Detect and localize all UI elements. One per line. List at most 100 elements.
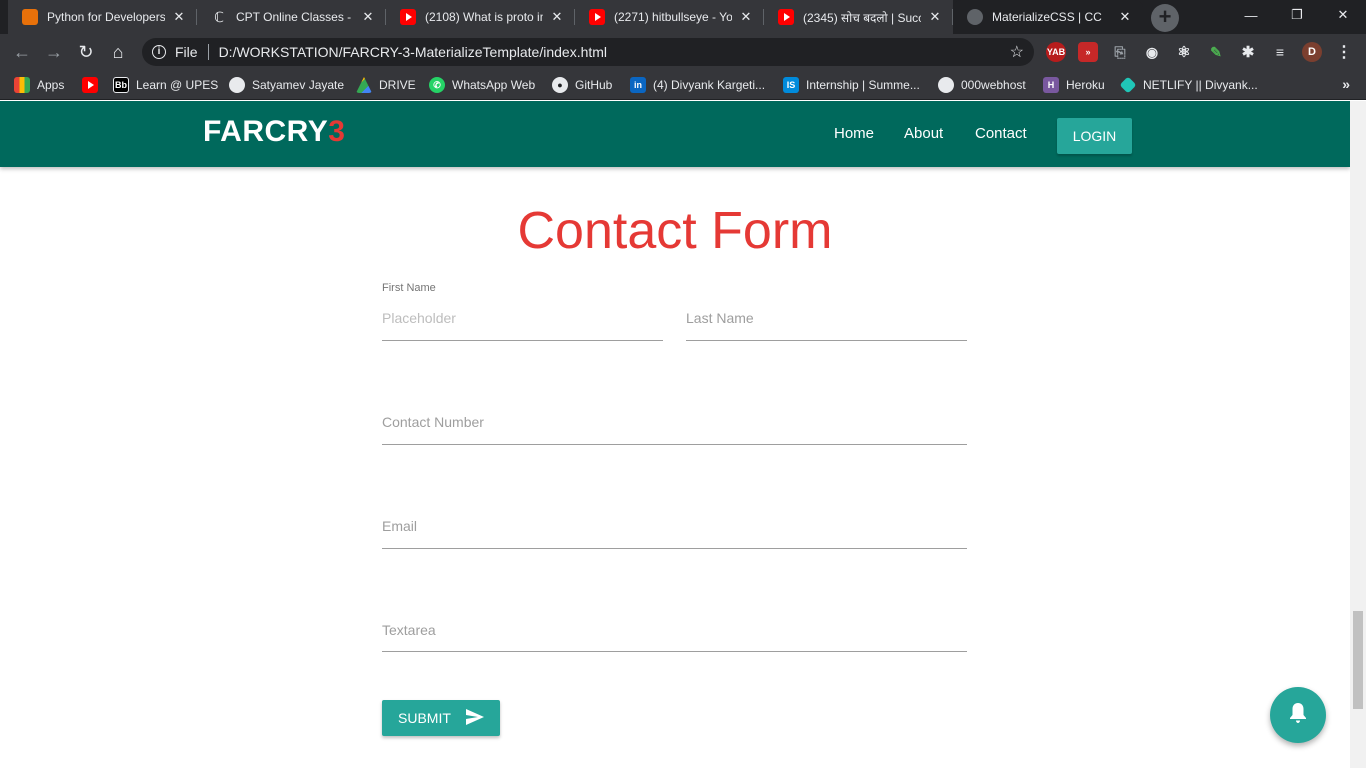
pdf-extension-icon[interactable]: ⎘ — [1110, 42, 1130, 62]
textarea-field[interactable]: Textarea — [382, 622, 967, 652]
login-button[interactable]: LOGIN — [1057, 118, 1132, 154]
linkedin-icon: in — [630, 77, 646, 93]
bookmark-youtube[interactable] — [82, 76, 105, 94]
info-icon[interactable]: i — [152, 45, 166, 59]
close-icon[interactable]: ✕ — [927, 9, 943, 25]
bookmark-learn-upes[interactable]: Bb Learn @ UPES — [113, 76, 218, 94]
tab-hitbullseye[interactable]: (2271) hitbullseye - You ✕ — [575, 0, 764, 34]
chevron-right-icon[interactable]: » — [1342, 76, 1350, 92]
first-name-placeholder: Placeholder — [382, 310, 456, 326]
cpt-icon: ℂ — [214, 8, 224, 25]
bell-icon — [1289, 702, 1307, 729]
brand-logo[interactable]: FARCRY3 — [203, 115, 345, 149]
cube-icon — [22, 9, 38, 25]
restore-button[interactable]: ❐ — [1274, 0, 1320, 30]
brand-accent: 3 — [328, 115, 346, 148]
forward-button[interactable]: → — [42, 40, 66, 64]
last-name-label: Last Name — [686, 310, 754, 326]
first-name-field[interactable]: First Name Placeholder — [382, 282, 663, 341]
bookmark-whatsapp[interactable]: ✆ WhatsApp Web — [429, 76, 535, 94]
tab-cpt-online[interactable]: ℂ CPT Online Classes - CP ✕ — [197, 0, 386, 34]
bookmark-netlify[interactable]: NETLIFY || Divyank... — [1119, 76, 1258, 94]
url-scheme: File — [175, 44, 198, 60]
globe-icon — [229, 77, 245, 93]
contact-number-field[interactable]: Contact Number — [382, 414, 967, 445]
github-icon: ● — [552, 77, 568, 93]
globe-icon — [938, 77, 954, 93]
scrollbar-thumb[interactable] — [1353, 611, 1363, 709]
textarea-label: Textarea — [382, 622, 436, 638]
close-icon[interactable]: ✕ — [1117, 9, 1133, 25]
back-button[interactable]: ← — [10, 40, 34, 64]
bookmark-label: Internship | Summe... — [806, 78, 920, 92]
tab-label: Python for Developers | — [47, 10, 165, 24]
new-tab-button[interactable]: + — [1151, 4, 1179, 32]
extensions-puzzle-icon[interactable]: ✱ — [1238, 42, 1258, 62]
close-window-button[interactable]: ✕ — [1320, 0, 1366, 30]
menu-kebab-icon[interactable]: ⋮ — [1334, 42, 1354, 62]
profile-avatar[interactable]: D — [1302, 42, 1322, 62]
bookmarks-bar: Apps Bb Learn @ UPES Satyamev Jayate DRI… — [0, 70, 1366, 100]
bookmark-label: Heroku — [1066, 78, 1105, 92]
youtube-icon — [589, 9, 605, 25]
browser-toolbar: ← → ↻ ⌂ i File D:/WORKSTATION/FARCRY-3-M… — [0, 34, 1366, 70]
tab-materializecss[interactable]: MaterializeCSS | CC ✕ — [953, 0, 1143, 34]
page-scrollbar[interactable] — [1350, 101, 1366, 768]
tab-label: (2108) What is proto in — [425, 10, 543, 24]
close-icon[interactable]: ✕ — [549, 9, 565, 25]
tab-proto-video[interactable]: (2108) What is proto in ✕ — [386, 0, 575, 34]
brand-text: FARCRY — [203, 115, 329, 148]
close-icon[interactable]: ✕ — [360, 9, 376, 25]
last-name-field[interactable]: Last Name — [686, 310, 967, 341]
page-title: Contact Form — [517, 202, 833, 260]
notification-fab-button[interactable] — [1270, 687, 1326, 743]
bookmark-heroku[interactable]: H Heroku — [1043, 76, 1105, 94]
camera-extension-icon[interactable]: ◉ — [1142, 42, 1162, 62]
tab-label: MaterializeCSS | CC — [992, 10, 1102, 24]
input-underline — [686, 340, 967, 341]
internshala-icon: IS — [783, 77, 799, 93]
tab-soch-badlo[interactable]: (2345) सोच बदलो | Succe ✕ — [764, 0, 953, 34]
bookmark-apps[interactable]: Apps — [14, 76, 64, 94]
bookmark-label: WhatsApp Web — [452, 78, 536, 92]
bookmark-satyamev-jayate[interactable]: Satyamev Jayate — [229, 76, 344, 94]
bookmark-label: DRIVE — [379, 78, 416, 92]
send-icon — [465, 708, 485, 729]
pen-extension-icon[interactable]: ✎ — [1206, 42, 1226, 62]
bookmark-internshala[interactable]: IS Internship | Summe... — [783, 76, 920, 94]
home-button[interactable]: ⌂ — [106, 40, 130, 64]
close-icon[interactable]: ✕ — [171, 9, 187, 25]
email-label: Email — [382, 518, 418, 534]
nav-link-home[interactable]: Home — [834, 125, 874, 142]
react-devtools-icon[interactable]: ⚛ — [1174, 42, 1194, 62]
tab-python-developers[interactable]: Python for Developers | ✕ — [8, 0, 197, 34]
bookmark-label: Satyamev Jayate — [252, 78, 345, 92]
yab-extension-icon[interactable]: YAB — [1046, 42, 1066, 62]
submit-label: SUBMIT — [398, 710, 451, 726]
url-text[interactable]: D:/WORKSTATION/FARCRY-3-MaterializeTempl… — [219, 44, 607, 60]
contact-number-label: Contact Number — [382, 414, 484, 430]
divider — [207, 44, 209, 60]
close-icon[interactable]: ✕ — [738, 9, 754, 25]
drive-icon — [356, 77, 372, 93]
nav-link-about[interactable]: About — [904, 125, 943, 142]
bookmark-github[interactable]: ● GitHub — [552, 76, 612, 94]
star-icon[interactable]: ☆ — [1010, 42, 1024, 62]
media-queue-icon[interactable]: ≡ — [1270, 42, 1290, 62]
minimize-button[interactable]: — — [1228, 0, 1274, 30]
submit-button[interactable]: SUBMIT — [382, 700, 500, 736]
email-field[interactable]: Email — [382, 518, 967, 549]
blackboard-icon: Bb — [113, 77, 129, 93]
youtube-icon — [400, 9, 416, 25]
nav-link-contact[interactable]: Contact — [975, 125, 1027, 142]
whatsapp-icon: ✆ — [429, 77, 445, 93]
address-bar[interactable]: i File D:/WORKSTATION/FARCRY-3-Materiali… — [142, 38, 1034, 66]
reload-button[interactable]: ↻ — [74, 40, 98, 64]
first-name-label: First Name — [382, 282, 436, 294]
bookmark-label: (4) Divyank Kargeti... — [653, 78, 766, 92]
bookmark-label: NETLIFY || Divyank... — [1143, 78, 1258, 92]
bookmark-000webhost[interactable]: 000webhost — [938, 76, 1026, 94]
bookmark-drive[interactable]: DRIVE — [356, 76, 416, 94]
video-speed-extension-icon[interactable]: » — [1078, 42, 1098, 62]
bookmark-linkedin[interactable]: in (4) Divyank Kargeti... — [630, 76, 765, 94]
